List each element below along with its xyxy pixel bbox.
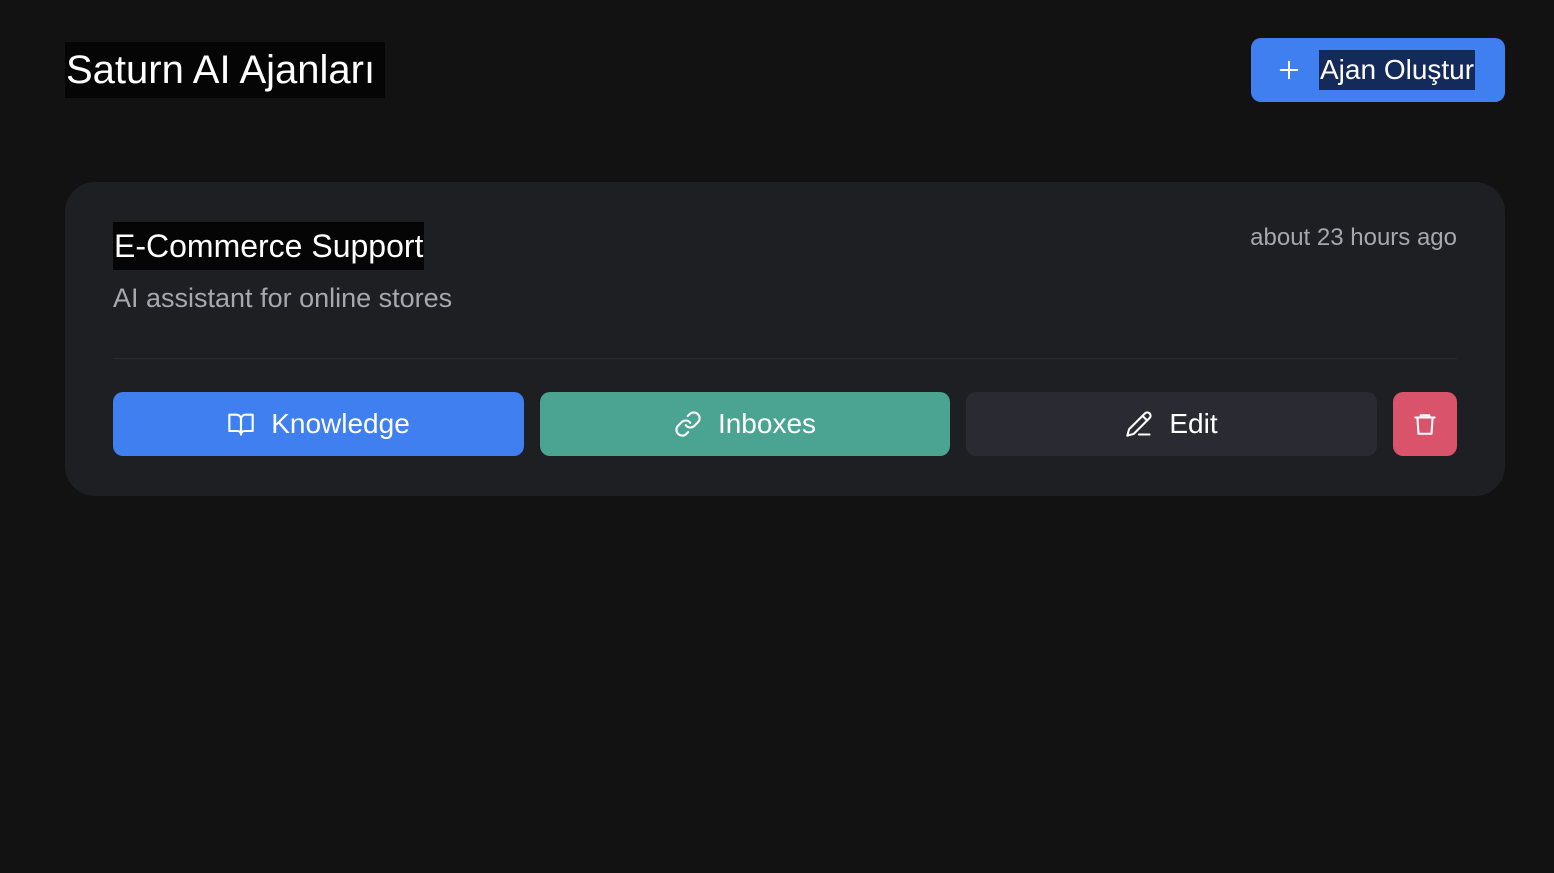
card-divider <box>113 358 1457 359</box>
agent-updated-time: about 23 hours ago <box>1250 224 1457 251</box>
agent-actions: Knowledge Inboxes Edit <box>113 392 1457 456</box>
page-title: Saturn AI Ajanları <box>65 42 386 98</box>
book-open-icon <box>227 410 255 438</box>
agent-card: E-Commerce Support AI assistant for onli… <box>65 182 1505 496</box>
knowledge-label: Knowledge <box>271 408 410 439</box>
create-agent-label: Ajan Oluştur <box>1319 50 1476 90</box>
trash-icon <box>1411 410 1439 438</box>
edit-button[interactable]: Edit <box>966 392 1377 456</box>
inboxes-label: Inboxes <box>717 408 817 439</box>
plus-icon <box>1277 58 1301 82</box>
inboxes-button[interactable]: Inboxes <box>540 392 950 456</box>
link-icon <box>674 410 702 438</box>
create-agent-button[interactable]: Ajan Oluştur <box>1251 38 1505 102</box>
delete-button[interactable] <box>1393 392 1457 456</box>
agent-name: E-Commerce Support <box>113 222 425 270</box>
agent-description: AI assistant for online stores <box>113 283 453 313</box>
agents-page: Saturn AI Ajanları Ajan Oluştur E-Commer… <box>0 0 1554 873</box>
pencil-icon <box>1125 410 1153 438</box>
edit-label: Edit <box>1169 408 1218 439</box>
knowledge-button[interactable]: Knowledge <box>113 392 524 456</box>
